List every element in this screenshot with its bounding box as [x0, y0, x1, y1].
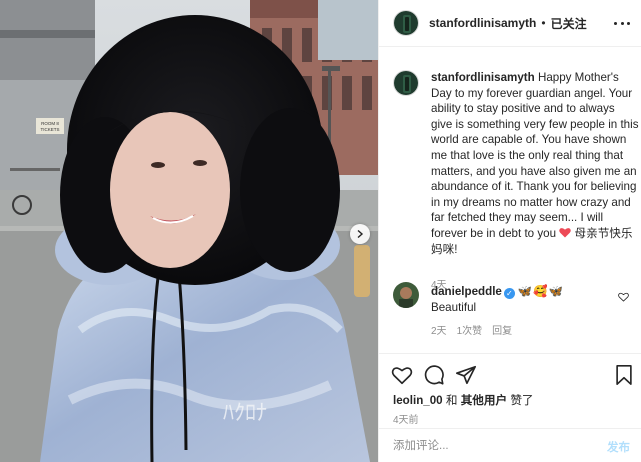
comment-meta: 2天 1次赞 回复 [431, 322, 512, 337]
post-photo[interactable]: ROOM 8 TICKETS ﾊｸﾛﾅ [0, 0, 378, 462]
photo-illustration: ROOM 8 TICKETS ﾊｸﾛﾅ [0, 0, 378, 462]
header-username[interactable]: stanfordlinisamyth [429, 16, 536, 30]
bookmark-icon[interactable] [613, 364, 635, 386]
comments-list[interactable]: stanfordlinisamyth Happy Mother's Day to… [379, 48, 641, 353]
comment-likes-button[interactable]: 1次赞 [457, 322, 483, 337]
heart-icon[interactable] [391, 364, 413, 386]
caption-message: Happy Mother's Day to my forever guardia… [431, 71, 639, 240]
post-comment-button[interactable]: 发布 [607, 439, 630, 455]
avatar-image [394, 71, 418, 95]
verified-badge-icon: ✓ [503, 288, 515, 299]
avatar-image [394, 11, 418, 35]
comment-username[interactable]: danielpeddle [431, 285, 502, 298]
next-arrow-icon [357, 230, 364, 238]
post-header: stanfordlinisamyth • 已关注 [379, 0, 641, 47]
post-side-panel: stanfordlinisamyth • 已关注 stanfordlinisam… [378, 0, 641, 462]
caption-avatar[interactable] [393, 70, 419, 96]
follow-status-button[interactable]: 已关注 [551, 15, 587, 32]
comment-reply-button[interactable]: 回复 [492, 322, 512, 337]
header-separator: • [541, 16, 546, 30]
caption-text: stanfordlinisamyth Happy Mother's Day to… [431, 70, 639, 257]
comment-emojis: 🦋🥰🦋 [517, 285, 565, 298]
svg-text:TICKETS: TICKETS [40, 127, 59, 132]
avatar-image [393, 282, 419, 308]
more-dot [620, 21, 624, 25]
add-comment-bar: 发布 [379, 428, 641, 462]
instagram-post: ROOM 8 TICKETS ﾊｸﾛﾅ stanfordlinisamyth •… [0, 0, 641, 462]
action-icons [391, 364, 637, 388]
share-icon[interactable] [455, 364, 477, 386]
comment-input[interactable] [393, 437, 583, 455]
caption-username[interactable]: stanfordlinisamyth [431, 71, 535, 84]
more-dot [627, 21, 630, 25]
liked-by-username[interactable]: leolin_00 [393, 394, 443, 407]
liked-by: leolin_00 和 其他用户 赞了 [393, 392, 534, 408]
red-heart-icon [559, 228, 572, 238]
liked-by-and: 和 [445, 394, 458, 407]
more-options-icon[interactable] [614, 17, 630, 29]
liked-by-suffix: 赞了 [510, 394, 534, 407]
post-age: 4天前 [393, 415, 419, 426]
svg-text:ROOM 8: ROOM 8 [41, 121, 59, 126]
next-photo-button[interactable] [350, 224, 370, 244]
comment-avatar[interactable] [393, 282, 419, 308]
comment-age: 2天 [431, 326, 447, 337]
comment-like-heart-icon[interactable] [618, 292, 629, 302]
comment-text: danielpeddle ✓ 🦋🥰🦋 Beautiful [431, 284, 611, 316]
comment-icon[interactable] [423, 364, 445, 386]
more-dot [614, 21, 617, 25]
svg-text:ﾊｸﾛﾅ: ﾊｸﾛﾅ [223, 401, 267, 426]
comment-message: Beautiful [431, 301, 477, 314]
comment-item: danielpeddle ✓ 🦋🥰🦋 Beautiful 2天 1次赞 回复 [393, 282, 637, 352]
liked-by-others-button[interactable]: 其他用户 [461, 394, 507, 407]
avatar[interactable] [393, 10, 419, 36]
